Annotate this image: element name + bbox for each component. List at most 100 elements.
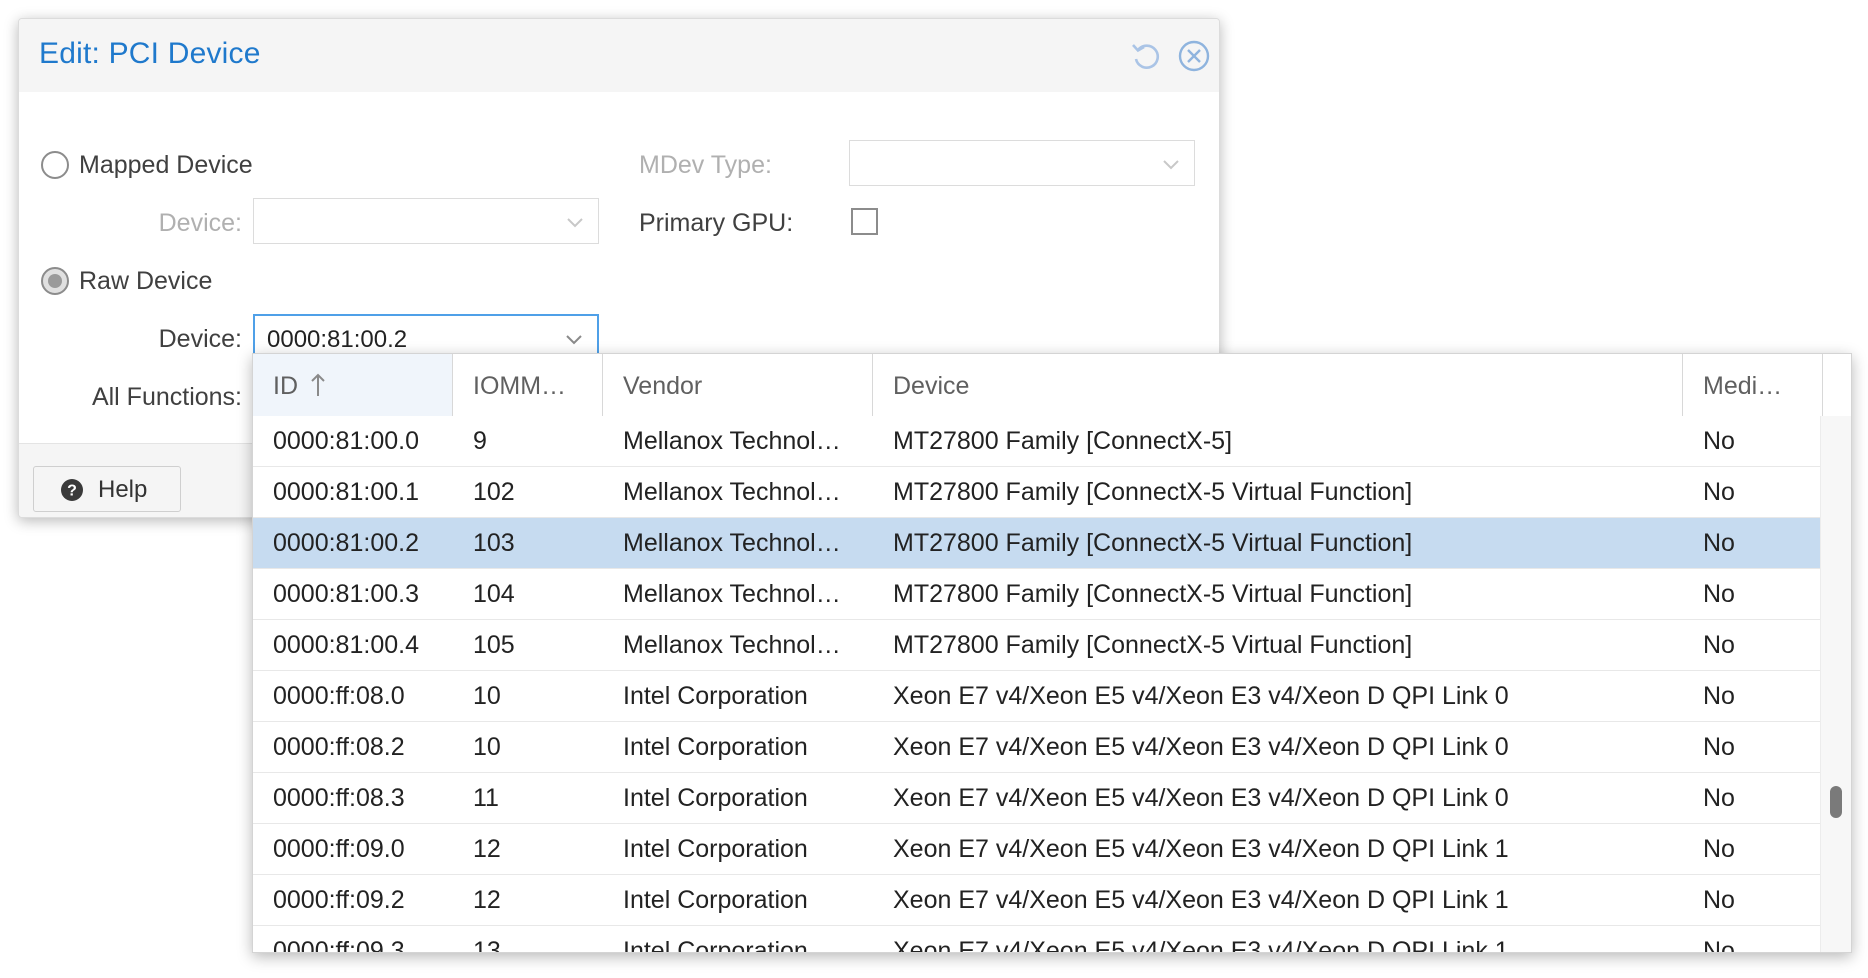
mapped-device-radio-label[interactable]: Mapped Device <box>79 151 253 180</box>
mapped-device-radio[interactable] <box>41 151 69 179</box>
column-header-id-label[interactable]: ID <box>273 372 298 400</box>
cell-iommu-group: 102 <box>473 478 515 506</box>
table-row[interactable]: 0000:81:00.1 102 Mellanox Technol… MT27800 … <box>253 467 1823 518</box>
cell-vendor: Mellanox Technol… <box>623 580 841 608</box>
column-header-mediated[interactable]: Medi… <box>1683 354 1823 416</box>
column-header-device[interactable]: Device <box>873 354 1683 416</box>
cell-iommu-group: 11 <box>473 784 499 812</box>
cell-device: MT27800 Family [ConnectX-5] <box>893 427 1233 455</box>
table-row[interactable]: 0000:ff:08.2 10 Intel Corporation Xeon E7 v… <box>253 722 1823 773</box>
cell-mediated: No <box>1703 631 1735 659</box>
primary-gpu-checkbox[interactable] <box>851 208 878 235</box>
raw-device-radio[interactable] <box>41 267 69 295</box>
help-button[interactable]: ? Help <box>33 466 181 512</box>
raw-device-radio-label[interactable]: Raw Device <box>79 267 212 296</box>
raw-device-value[interactable]: 0000:81:00.2 <box>267 326 407 354</box>
cell-vendor: Mellanox Technol… <box>623 529 841 557</box>
cell-vendor: Mellanox Technol… <box>623 631 841 659</box>
cell-id: 0000:81:00.0 <box>273 427 419 455</box>
undo-icon[interactable] <box>1129 39 1163 73</box>
table-row[interactable]: 0000:ff:08.0 10 Intel Corporation Xeon E7 v… <box>253 671 1823 722</box>
cell-iommu-group: 10 <box>473 682 501 710</box>
cell-device: MT27800 Family [ConnectX-5 Virtual Funct… <box>893 580 1413 608</box>
chevron-down-icon[interactable] <box>563 328 585 350</box>
cell-iommu-group: 13 <box>473 937 501 952</box>
cell-mediated: No <box>1703 886 1735 914</box>
cell-id: 0000:81:00.3 <box>273 580 419 608</box>
cell-device: MT27800 Family [ConnectX-5 Virtual Funct… <box>893 529 1413 557</box>
cell-device: MT27800 Family [ConnectX-5 Virtual Funct… <box>893 478 1413 506</box>
cell-mediated: No <box>1703 529 1735 557</box>
cell-vendor: Intel Corporation <box>623 937 808 952</box>
cell-id: 0000:81:00.1 <box>273 478 419 506</box>
cell-mediated: No <box>1703 835 1735 863</box>
cell-device: Xeon E7 v4/Xeon E5 v4/Xeon E3 v4/Xeon D … <box>893 733 1509 761</box>
table-row[interactable]: 0000:ff:09.3 13 Intel Corporation Xeon E7 v… <box>253 926 1823 952</box>
table-row[interactable]: 0000:ff:08.3 11 Intel Corporation Xeon E7 v… <box>253 773 1823 824</box>
cell-vendor: Intel Corporation <box>623 682 808 710</box>
cell-iommu-group: 104 <box>473 580 515 608</box>
table-row[interactable]: 0000:ff:09.0 12 Intel Corporation Xeon E7 v… <box>253 824 1823 875</box>
mdev-type-combo[interactable] <box>849 140 1195 186</box>
cell-iommu-group: 12 <box>473 835 501 863</box>
dialog-header: Edit: PCI Device <box>19 19 1219 92</box>
cell-vendor: Intel Corporation <box>623 733 808 761</box>
column-header-iommu[interactable]: IOMM… <box>453 354 603 416</box>
cell-iommu-group: 10 <box>473 733 501 761</box>
close-circle-icon[interactable] <box>1177 39 1211 73</box>
cell-id: 0000:ff:09.0 <box>273 835 405 863</box>
mapped-device-combo[interactable] <box>253 198 599 244</box>
chevron-down-icon[interactable] <box>564 211 586 233</box>
table-row[interactable]: 0000:81:00.2 103 Mellanox Technol… MT27800 … <box>253 518 1823 569</box>
cell-vendor: Mellanox Technol… <box>623 478 841 506</box>
table-row[interactable]: 0000:81:00.0 9 Mellanox Technol… MT27800 Fa… <box>253 416 1823 467</box>
cell-device: Xeon E7 v4/Xeon E5 v4/Xeon E3 v4/Xeon D … <box>893 937 1509 952</box>
svg-text:?: ? <box>67 483 77 500</box>
table-row[interactable]: 0000:ff:09.2 12 Intel Corporation Xeon E7 v… <box>253 875 1823 926</box>
table-row[interactable]: 0000:81:00.4 105 Mellanox Technol… MT27800 … <box>253 620 1823 671</box>
chevron-down-icon[interactable] <box>1160 153 1182 175</box>
cell-id: 0000:81:00.4 <box>273 631 419 659</box>
cell-id: 0000:ff:09.3 <box>273 937 405 952</box>
column-header-id[interactable]: ID <box>253 354 453 416</box>
mdev-type-label: MDev Type: <box>639 151 772 179</box>
pci-device-picker: ID IOMM… Vendor Device Medi… 0000:81:00.… <box>252 353 1852 953</box>
cell-id: 0000:ff:08.0 <box>273 682 405 710</box>
cell-iommu-group: 12 <box>473 886 501 914</box>
help-button-label[interactable]: Help <box>98 476 147 504</box>
mapped-device-field-label: Device: <box>158 209 242 237</box>
cell-vendor: Mellanox Technol… <box>623 427 841 455</box>
primary-gpu-label: Primary GPU: <box>639 209 794 237</box>
cell-device: Xeon E7 v4/Xeon E5 v4/Xeon E3 v4/Xeon D … <box>893 682 1509 710</box>
grid-header: ID IOMM… Vendor Device Medi… <box>253 354 1851 417</box>
table-row[interactable]: 0000:81:00.3 104 Mellanox Technol… MT27800 … <box>253 569 1823 620</box>
help-circle-icon: ? <box>60 478 84 502</box>
scrollbar-thumb[interactable] <box>1830 786 1842 818</box>
cell-mediated: No <box>1703 784 1735 812</box>
cell-vendor: Intel Corporation <box>623 886 808 914</box>
cell-mediated: No <box>1703 733 1735 761</box>
cell-vendor: Intel Corporation <box>623 784 808 812</box>
cell-device: Xeon E7 v4/Xeon E5 v4/Xeon E3 v4/Xeon D … <box>893 886 1509 914</box>
cell-id: 0000:ff:09.2 <box>273 886 405 914</box>
column-header-vendor[interactable]: Vendor <box>603 354 873 416</box>
cell-iommu-group: 103 <box>473 529 515 557</box>
cell-iommu-group: 105 <box>473 631 515 659</box>
cell-id: 0000:81:00.2 <box>273 529 419 557</box>
cell-mediated: No <box>1703 937 1735 952</box>
cell-iommu-group: 9 <box>473 427 487 455</box>
cell-mediated: No <box>1703 682 1735 710</box>
cell-device: Xeon E7 v4/Xeon E5 v4/Xeon E3 v4/Xeon D … <box>893 835 1509 863</box>
raw-device-field-label: Device: <box>158 325 242 353</box>
cell-id: 0000:ff:08.3 <box>273 784 405 812</box>
all-functions-label: All Functions: <box>91 383 242 411</box>
cell-mediated: No <box>1703 580 1735 608</box>
cell-device: Xeon E7 v4/Xeon E5 v4/Xeon E3 v4/Xeon D … <box>893 784 1509 812</box>
vertical-scrollbar[interactable] <box>1820 416 1851 952</box>
cell-id: 0000:ff:08.2 <box>273 733 405 761</box>
cell-vendor: Intel Corporation <box>623 835 808 863</box>
grid-body: 0000:81:00.0 9 Mellanox Technol… MT27800 Fa… <box>253 416 1823 952</box>
cell-device: MT27800 Family [ConnectX-5 Virtual Funct… <box>893 631 1413 659</box>
cell-mediated: No <box>1703 427 1735 455</box>
dialog-title: Edit: PCI Device <box>39 37 261 70</box>
